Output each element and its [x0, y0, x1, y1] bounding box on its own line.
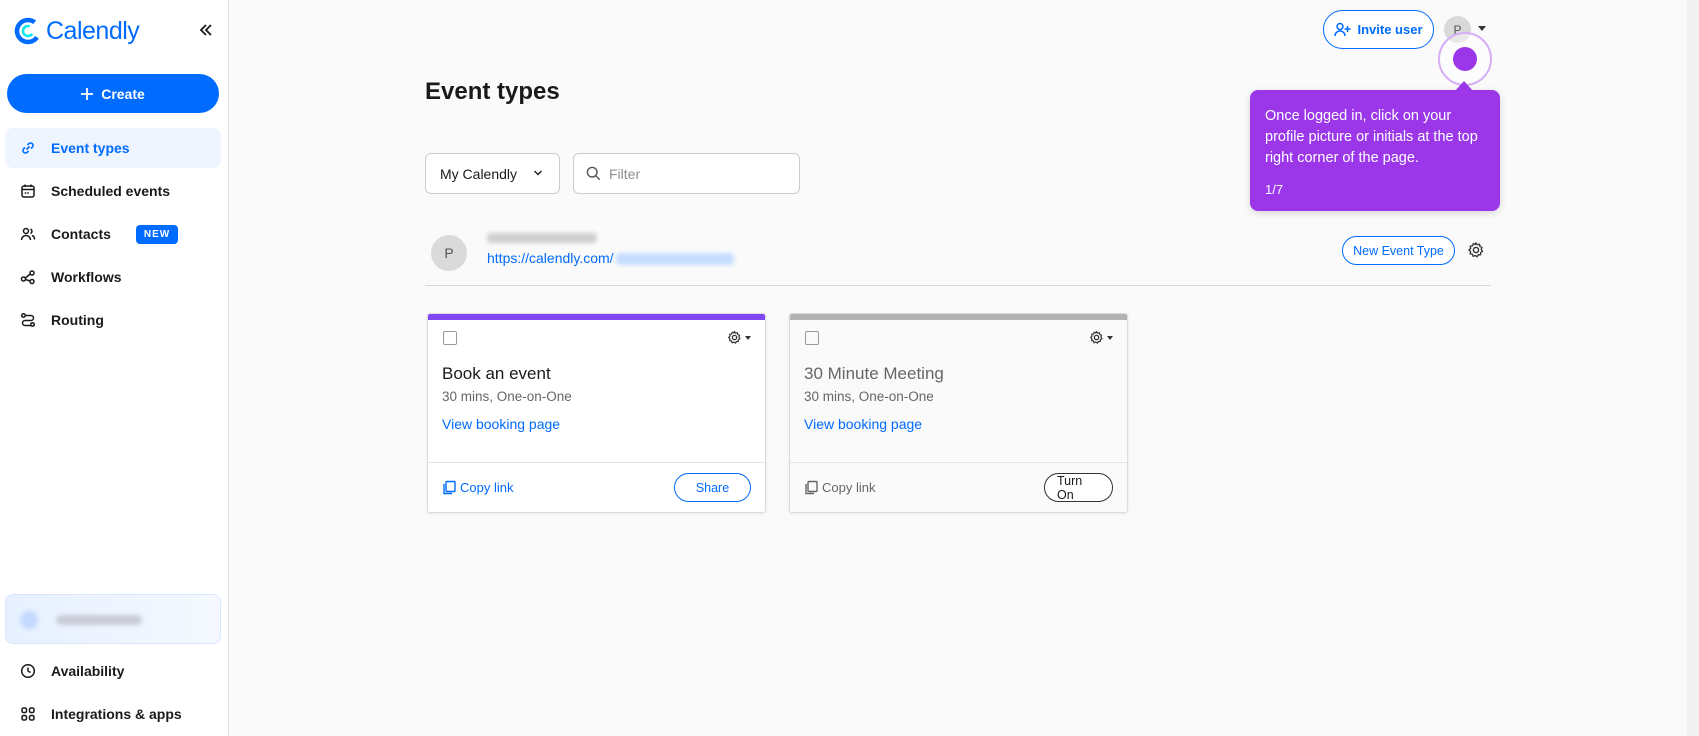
sidebar-item-event-types[interactable]: Event types	[5, 128, 221, 168]
copy-link-button[interactable]: Copy link	[442, 480, 513, 495]
double-chevron-left-icon	[199, 24, 212, 36]
create-label: Create	[101, 85, 145, 102]
sidebar: Calendly Create Event types Scheduled ev…	[0, 0, 229, 736]
blurred-link-slug	[615, 253, 734, 266]
page-title: Event types	[425, 78, 560, 105]
copy-link-label: Copy link	[822, 480, 876, 495]
create-button[interactable]: Create	[7, 74, 219, 113]
sidebar-item-label: Workflows	[51, 269, 122, 285]
sidebar-item-label: Event types	[51, 140, 130, 156]
sidebar-item-label: Routing	[51, 312, 104, 328]
link-icon	[19, 139, 37, 157]
blurred-sidebar-item[interactable]	[5, 594, 221, 644]
sidebar-item-label: Scheduled events	[51, 183, 171, 199]
calendar-select[interactable]: My Calendly	[425, 153, 560, 194]
brand-name: Calendly	[46, 16, 140, 45]
event-meta: 30 mins, One-on-One	[442, 389, 572, 404]
share-button[interactable]: Share	[674, 473, 751, 502]
blurred-icon	[20, 611, 38, 629]
guide-beacon[interactable]	[1453, 47, 1477, 71]
blurred-label	[56, 615, 142, 625]
sidebar-item-scheduled-events[interactable]: Scheduled events	[5, 171, 221, 211]
caret-down-icon[interactable]	[1478, 26, 1486, 31]
contacts-icon	[19, 225, 37, 243]
event-card-book-an-event: Book an event 30 mins, One-on-One View b…	[427, 313, 766, 513]
sidebar-bottom-nav: Availability Integrations & apps	[5, 651, 221, 736]
user-avatar: P	[431, 235, 467, 271]
tooltip-text: Once logged in, click on your profile pi…	[1265, 108, 1478, 166]
gear-icon	[728, 330, 741, 344]
copy-icon	[805, 480, 818, 495]
card-checkbox[interactable]	[805, 331, 819, 345]
card-footer: Copy link Share	[428, 462, 765, 512]
sidebar-item-workflows[interactable]: Workflows	[5, 257, 221, 297]
collapse-sidebar-button[interactable]	[194, 18, 218, 42]
card-settings-menu[interactable]	[1089, 330, 1113, 345]
card-footer: Copy link Turn On	[790, 462, 1127, 512]
blurred-user-name	[487, 233, 597, 243]
user-row: P https://calendly.com/ New Event Type	[425, 228, 1491, 286]
plus-icon	[81, 87, 94, 100]
turn-on-button[interactable]: Turn On	[1044, 473, 1113, 502]
event-card-30-minute-meeting: 30 Minute Meeting 30 mins, One-on-One Vi…	[789, 313, 1128, 513]
copy-link-button[interactable]: Copy link	[804, 480, 875, 495]
calendly-logo-icon	[14, 17, 42, 45]
gear-icon	[1090, 330, 1103, 344]
filter-input[interactable]	[609, 165, 789, 182]
invite-user-label: Invite user	[1357, 22, 1423, 37]
page-scrollbar[interactable]	[1687, 0, 1699, 736]
brand-logo[interactable]: Calendly	[14, 14, 214, 48]
tooltip-step: 1/7	[1265, 182, 1284, 197]
user-link-text: https://calendly.com/	[487, 250, 614, 266]
chevron-down-icon	[534, 170, 542, 176]
sidebar-item-label: Availability	[51, 663, 125, 679]
event-title: 30 Minute Meeting	[804, 364, 944, 383]
card-settings-menu[interactable]	[727, 330, 751, 345]
caret-down-icon	[1107, 335, 1113, 340]
sidebar-item-contacts[interactable]: Contacts NEW	[5, 214, 221, 254]
gear-icon[interactable]	[1467, 241, 1485, 259]
clock-icon	[19, 662, 37, 680]
copy-link-label: Copy link	[460, 480, 514, 495]
caret-down-icon	[745, 335, 751, 340]
new-event-type-button[interactable]: New Event Type	[1342, 236, 1455, 265]
sidebar-item-label: Integrations & apps	[51, 706, 182, 722]
routing-icon	[19, 311, 37, 329]
user-scheduling-link[interactable]: https://calendly.com/	[487, 250, 734, 266]
sidebar-nav: Event types Scheduled events Contacts NE…	[5, 128, 221, 343]
sidebar-item-routing[interactable]: Routing	[5, 300, 221, 340]
copy-icon	[443, 480, 456, 495]
sidebar-item-availability[interactable]: Availability	[5, 651, 221, 691]
search-icon	[586, 166, 601, 181]
add-user-icon	[1334, 22, 1351, 37]
view-booking-page-link[interactable]: View booking page	[442, 416, 560, 432]
sidebar-item-integrations[interactable]: Integrations & apps	[5, 694, 221, 734]
workflow-icon	[19, 268, 37, 286]
calendar-icon	[19, 182, 37, 200]
event-title: Book an event	[442, 364, 551, 383]
view-booking-page-link[interactable]: View booking page	[804, 416, 922, 432]
card-checkbox[interactable]	[443, 331, 457, 345]
event-meta: 30 mins, One-on-One	[804, 389, 934, 404]
filter-field	[573, 153, 800, 194]
grid-icon	[19, 705, 37, 723]
guide-tooltip: Once logged in, click on your profile pi…	[1250, 81, 1500, 211]
invite-user-button[interactable]: Invite user	[1323, 10, 1434, 49]
calendar-select-value: My Calendly	[440, 165, 518, 182]
card-color-bar	[428, 314, 765, 320]
new-badge: NEW	[135, 224, 179, 244]
sidebar-item-label: Contacts	[51, 226, 111, 242]
card-color-bar	[790, 314, 1127, 320]
